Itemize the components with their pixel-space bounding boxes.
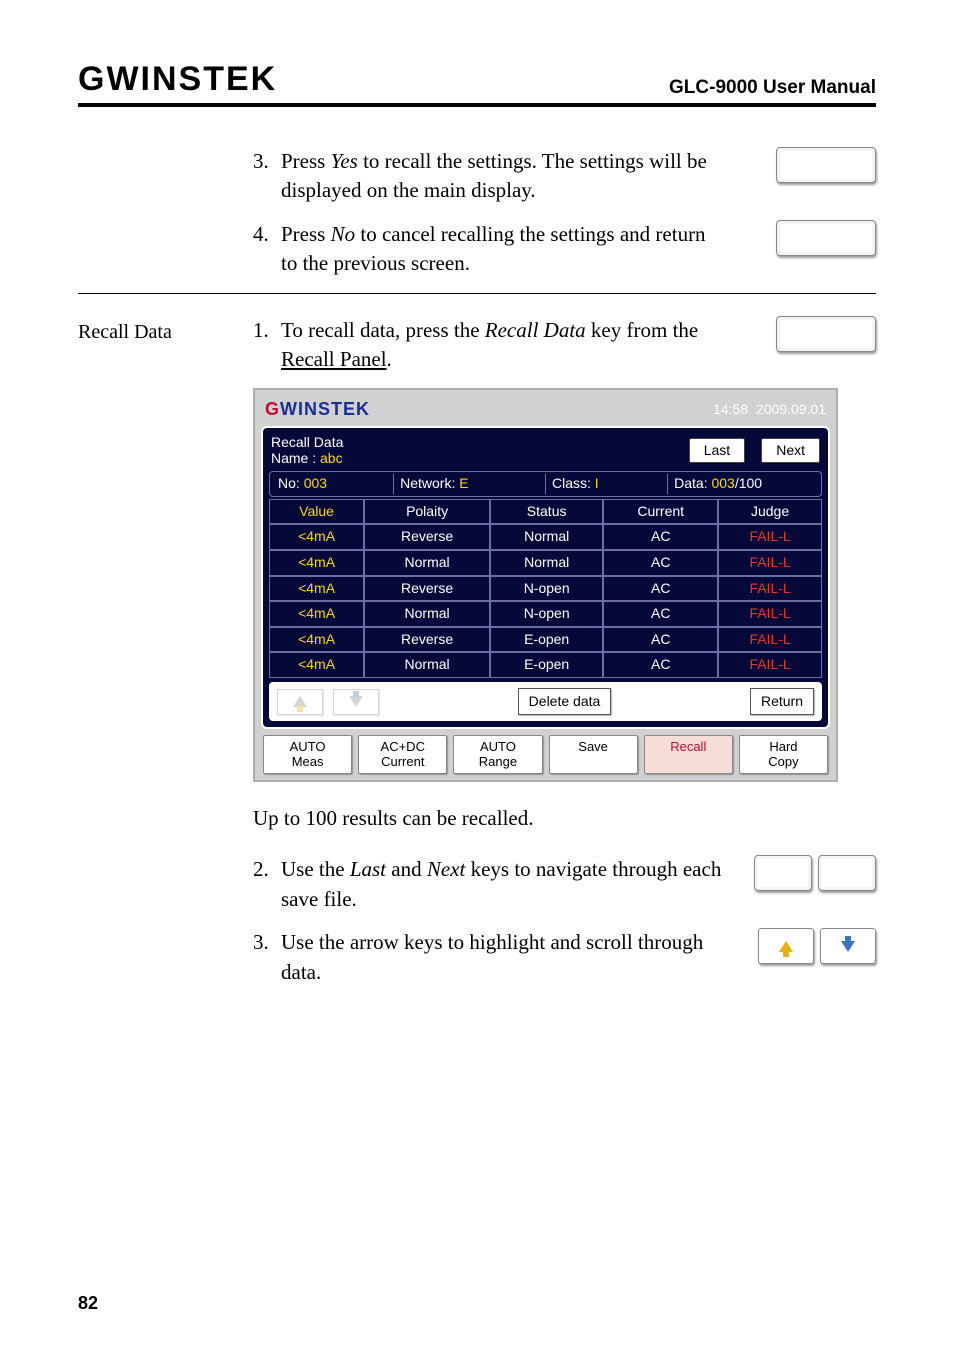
acdc-current-button[interactable]: AC+DC Current: [358, 735, 447, 774]
recall-data-button[interactable]: [776, 316, 876, 352]
step-text: Use the arrow keys to highlight and scro…: [281, 928, 724, 987]
hard-copy-button[interactable]: Hard Copy: [739, 735, 828, 774]
step-number: 1.: [253, 316, 281, 375]
step-number: 3.: [253, 147, 281, 206]
data-table: Value Polaity Status Current Judge <4mAR…: [269, 499, 822, 678]
arrow-down-button[interactable]: [820, 928, 876, 964]
next-key-button[interactable]: [818, 855, 876, 891]
step-number: 2.: [253, 855, 281, 914]
step-number: 3.: [253, 928, 281, 987]
recall-title: Recall Data Name : abc: [271, 434, 343, 468]
device-brand: GWINSTEK: [265, 397, 370, 422]
step-text: Press Yes to recall the settings. The se…: [281, 147, 724, 206]
arrow-up-icon: [779, 941, 793, 952]
brand-logo: GWINSTEK: [78, 60, 277, 99]
arrow-up-button[interactable]: [758, 928, 814, 964]
step-text: To recall data, press the Recall Data ke…: [281, 316, 724, 375]
next-button[interactable]: Next: [761, 438, 820, 464]
step-text: Use the Last and Next keys to navigate t…: [281, 855, 724, 914]
manual-title: GLC-9000 User Manual: [669, 77, 876, 99]
last-button[interactable]: Last: [689, 438, 745, 464]
note-text: Up to 100 results can be recalled.: [253, 804, 876, 833]
device-screenshot: GWINSTEK 14:58 2009.09.01 Recall Data Na…: [253, 388, 838, 782]
page-header: GWINSTEK GLC-9000 User Manual: [78, 60, 876, 107]
section-label: Recall Data: [78, 316, 253, 375]
auto-range-button[interactable]: AUTO Range: [453, 735, 542, 774]
yes-button[interactable]: [776, 147, 876, 183]
scroll-up-button[interactable]: [277, 689, 323, 715]
last-key-button[interactable]: [754, 855, 812, 891]
auto-meas-button[interactable]: AUTO Meas: [263, 735, 352, 774]
step-number: 4.: [253, 220, 281, 279]
arrow-down-icon: [841, 941, 855, 952]
recall-button[interactable]: Recall: [644, 735, 733, 774]
device-datetime: 14:58 2009.09.01: [713, 400, 826, 420]
page-number: 82: [78, 1293, 98, 1314]
step-text: Press No to cancel recalling the setting…: [281, 220, 724, 279]
delete-data-button[interactable]: Delete data: [518, 688, 612, 716]
return-button[interactable]: Return: [750, 688, 814, 716]
scroll-down-button[interactable]: [333, 689, 379, 715]
save-button[interactable]: Save: [549, 735, 638, 774]
section-divider: [78, 293, 876, 294]
info-row: No: 003 Network: E Class: I Data: 003/10…: [269, 471, 822, 497]
no-button[interactable]: [776, 220, 876, 256]
